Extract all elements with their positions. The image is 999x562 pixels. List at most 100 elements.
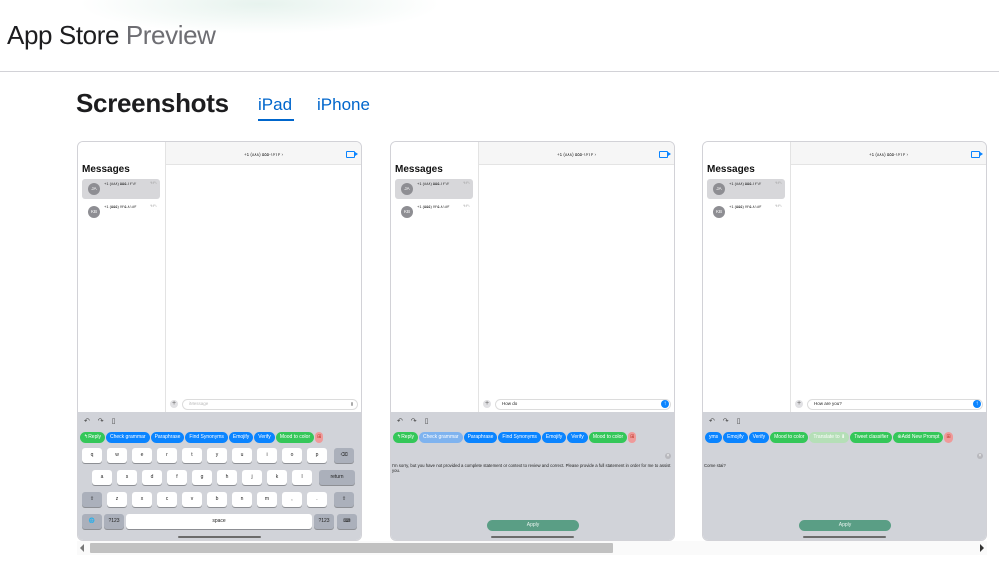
microphone-icon[interactable] [351, 402, 353, 406]
key[interactable]: h [217, 470, 237, 485]
key[interactable]: . [307, 492, 327, 507]
scroll-left-arrow-icon[interactable] [80, 544, 84, 552]
tab-iphone[interactable]: iPhone [317, 95, 370, 115]
message-input[interactable]: How are you? ↑ [807, 399, 983, 410]
plus-icon[interactable]: + [170, 400, 178, 408]
contact-name[interactable]: +1 (۸۸۸) ۵۵۵-۱۲۱۲ › [166, 152, 361, 158]
chip-add-new-prompt[interactable]: ⊕Add New Prompt [893, 432, 944, 443]
chip-emojify[interactable]: Emojify [228, 432, 254, 443]
plus-icon[interactable]: + [795, 400, 803, 408]
key[interactable]: r [157, 448, 177, 463]
key[interactable]: m [257, 492, 277, 507]
keyboard-dismiss-key[interactable]: ⌨ [337, 514, 357, 529]
chip-delete[interactable]: ⊞ [315, 432, 324, 443]
key[interactable]: t [182, 448, 202, 463]
chip-check-grammar[interactable]: Check grammar [418, 432, 463, 443]
chip-find-synonyms[interactable]: Find Synonyms [185, 432, 228, 443]
key[interactable]: d [142, 470, 162, 485]
conversation-item[interactable]: JA +1 (۸۸۸) ۵۵۵-۱۲۱۲ ۹:۴۱ [707, 179, 785, 199]
globe-key[interactable]: 🌐 [82, 514, 102, 529]
backspace-key[interactable]: ⌫ [334, 448, 354, 463]
conversation-item[interactable]: KB +1 (۵۵۵) ۷۲۵-۸۱۸۳ ۹:۴۱ [707, 202, 785, 222]
key[interactable]: u [232, 448, 252, 463]
chip-synonyms-partial[interactable]: yms [705, 432, 723, 443]
key[interactable]: q [82, 448, 102, 463]
screenshot-3[interactable]: ••• دوشنبه ۴ تیر ۱۲:۳۴ Messages JA +1 (۸… [702, 141, 987, 541]
edit-tools[interactable]: ↶ ↷ ▯ [84, 417, 118, 425]
chip-find-synonyms[interactable]: Find Synonyms [498, 432, 541, 443]
video-call-icon[interactable] [659, 151, 671, 158]
return-key[interactable]: return [319, 470, 355, 485]
send-arrow-icon[interactable]: ↑ [973, 400, 981, 408]
key[interactable]: w [107, 448, 127, 463]
contact-name[interactable]: +1 (۸۸۸) ۵۵۵-۱۲۱۲ › [791, 152, 986, 158]
chip-emojify[interactable]: Emojify [723, 432, 748, 443]
close-icon[interactable]: × [665, 453, 671, 459]
key[interactable]: v [182, 492, 202, 507]
edit-tools[interactable]: ↶ ↷ ▯ [397, 417, 431, 425]
chip-paraphrase[interactable]: Paraphrase [150, 432, 185, 443]
shift-key[interactable]: ⇧ [334, 492, 354, 507]
chip-verify[interactable]: Verify [567, 432, 588, 443]
chip-mood-to-color[interactable]: Mood to color [588, 432, 628, 443]
numbers-key[interactable]: ?123 [104, 514, 124, 529]
key[interactable]: x [132, 492, 152, 507]
key[interactable]: k [267, 470, 287, 485]
chip-check-grammar[interactable]: Check grammar [105, 432, 150, 443]
app-store-brand[interactable]: App Store Preview [7, 20, 216, 51]
chip-emojify[interactable]: Emojify [541, 432, 567, 443]
video-call-icon[interactable] [971, 151, 983, 158]
send-arrow-icon[interactable]: ↑ [661, 400, 669, 408]
key[interactable]: p [307, 448, 327, 463]
video-call-icon[interactable] [346, 151, 358, 158]
contact-name[interactable]: +1 (۸۸۸) ۵۵۵-۱۲۱۲ › [479, 152, 674, 158]
key[interactable]: j [242, 470, 262, 485]
conversation-item[interactable]: JA +1 (۸۸۸) ۵۵۵-۱۲۱۲ ۹:۴۱ [82, 179, 160, 199]
scroll-right-arrow-icon[interactable] [980, 544, 984, 552]
chip-translate[interactable]: Translate to ⬇ [809, 432, 850, 443]
key[interactable]: a [92, 470, 112, 485]
key[interactable]: l [292, 470, 312, 485]
key[interactable]: z [107, 492, 127, 507]
chip-reply[interactable]: ↰Reply [393, 432, 418, 443]
space-key[interactable]: space [126, 514, 312, 529]
conversation-item[interactable]: KB +1 (۵۵۵) ۷۲۵-۸۱۸۳ ۹:۴۱ [82, 202, 160, 222]
key[interactable]: b [207, 492, 227, 507]
key[interactable]: o [282, 448, 302, 463]
key[interactable]: c [157, 492, 177, 507]
message-input[interactable]: iMessage [182, 399, 358, 410]
key[interactable]: y [207, 448, 227, 463]
chip-delete[interactable]: ⊞ [628, 432, 637, 443]
conversation-item[interactable]: JA +1 (۸۸۸) ۵۵۵-۱۲۱۲ ۹:۴۱ [395, 179, 473, 199]
key[interactable]: n [232, 492, 252, 507]
chip-tweet-classifier[interactable]: Tweet classifier [850, 432, 893, 443]
chip-mood-to-color[interactable]: Mood to color [275, 432, 315, 443]
chip-delete[interactable]: ⊞ [944, 432, 953, 443]
tab-ipad[interactable]: iPad [258, 95, 292, 115]
key[interactable]: s [117, 470, 137, 485]
app-store-header: App Store Preview [0, 0, 999, 72]
scrollbar-thumb[interactable] [90, 543, 613, 553]
numbers-key[interactable]: ?123 [314, 514, 334, 529]
key[interactable]: g [192, 470, 212, 485]
key[interactable]: i [257, 448, 277, 463]
close-icon[interactable]: × [977, 453, 983, 459]
message-input[interactable]: How do ↑ [495, 399, 671, 410]
chip-mood-to-color[interactable]: Mood to color [770, 432, 809, 443]
screenshot-2[interactable]: ••• دوشنبه ۴ تیر ۱۲:۳۴ Messages JA +1 (۸… [390, 141, 675, 541]
key[interactable]: f [167, 470, 187, 485]
key[interactable]: e [132, 448, 152, 463]
chip-paraphrase[interactable]: Paraphrase [463, 432, 498, 443]
plus-icon[interactable]: + [483, 400, 491, 408]
shift-key[interactable]: ⇧ [82, 492, 102, 507]
horizontal-scrollbar[interactable] [77, 541, 987, 555]
chip-verify[interactable]: Verify [748, 432, 770, 443]
chip-verify[interactable]: Verify [254, 432, 275, 443]
screenshot-1[interactable]: ••• دوشنبه ۴ تیر ۱۲:۳۴ Messages JA +1 (۸… [77, 141, 362, 541]
conversation-item[interactable]: KB +1 (۵۵۵) ۷۲۵-۸۱۸۳ ۹:۴۱ [395, 202, 473, 222]
apply-button[interactable]: Apply [487, 520, 579, 531]
key[interactable]: , [282, 492, 302, 507]
chip-reply[interactable]: ↰Reply [80, 432, 105, 443]
apply-button[interactable]: Apply [799, 520, 891, 531]
edit-tools[interactable]: ↶ ↷ ▯ [709, 417, 743, 425]
